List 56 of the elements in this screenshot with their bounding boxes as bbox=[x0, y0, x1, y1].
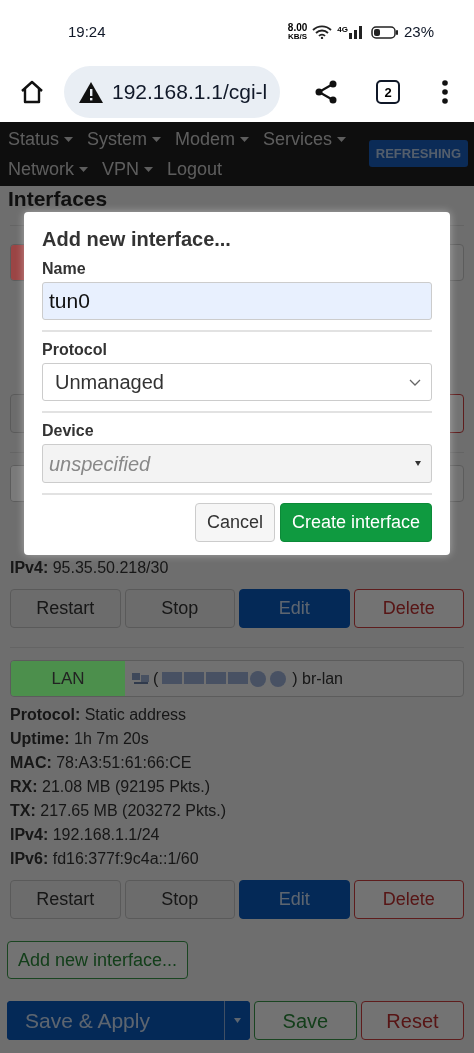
nav-menu-item[interactable]: Logout bbox=[167, 156, 223, 182]
device-paren: ( bbox=[153, 668, 159, 689]
network-speed: 8.00 KB/S bbox=[287, 23, 308, 41]
detail-line: IPv4: 95.35.50.218/30 bbox=[10, 558, 170, 578]
nav-menu-item[interactable]: System bbox=[87, 126, 162, 152]
detail-line: Protocol: Static address bbox=[10, 705, 188, 725]
edit-button[interactable]: Edit bbox=[239, 589, 350, 628]
caret-icon bbox=[233, 1018, 241, 1023]
detail-line: RX: 21.08 MB (92195 Pkts.) bbox=[10, 777, 212, 797]
protocol-select[interactable]: Unmanaged bbox=[42, 363, 432, 401]
warning-icon bbox=[79, 81, 103, 103]
menu-button[interactable] bbox=[440, 80, 450, 104]
delete-button[interactable]: Delete bbox=[353, 880, 464, 919]
action-button[interactable]: Restart bbox=[10, 880, 121, 919]
nav-menu-item[interactable]: Services bbox=[263, 126, 347, 152]
cancel-button[interactable]: Cancel bbox=[194, 503, 275, 542]
signal-icon bbox=[348, 25, 363, 39]
nav-menu-item[interactable]: Modem bbox=[175, 126, 250, 152]
detail-line: IPv6: fd16:377f:9c4a::1/60 bbox=[10, 849, 200, 869]
nav-menu-item[interactable]: Status bbox=[8, 126, 74, 152]
address-bar[interactable]: 192.168.1.1/cgi-l bbox=[64, 66, 280, 118]
save-button[interactable]: Save bbox=[253, 1001, 357, 1040]
action-button[interactable]: Restart bbox=[10, 589, 121, 628]
battery-percent: 23% bbox=[403, 21, 434, 42]
page-title: Interfaces bbox=[8, 188, 109, 210]
detail-line: MAC: 78:A3:51:61:66:CE bbox=[10, 753, 193, 773]
action-button[interactable]: Stop bbox=[124, 880, 235, 919]
reset-button[interactable]: Reset bbox=[360, 1001, 464, 1040]
url-text: 192.168.1.1/cgi-l bbox=[112, 79, 268, 106]
nav-menu-item[interactable]: Network bbox=[8, 156, 88, 182]
add-interface-button[interactable]: Add new interface... bbox=[7, 941, 189, 979]
refreshing-badge: REFRESHING bbox=[368, 140, 468, 167]
chevron-down-icon bbox=[409, 378, 421, 386]
network-ports-icon bbox=[131, 670, 151, 687]
detail-line: TX: 217.65 MB (203272 Pkts.) bbox=[10, 801, 228, 821]
nav-menu-item[interactable]: VPN bbox=[102, 156, 154, 182]
device-select[interactable]: unspecified bbox=[42, 444, 432, 483]
interface-badge: LAN bbox=[11, 661, 125, 696]
create-button[interactable]: Create interface bbox=[279, 503, 432, 542]
share-button[interactable] bbox=[314, 80, 338, 104]
tab-count-button[interactable]: 2 bbox=[376, 80, 400, 104]
field-label: Name bbox=[42, 259, 87, 279]
wifi-icon bbox=[312, 25, 333, 39]
name-input-field[interactable]: tun0 bbox=[42, 282, 432, 320]
network-type: 4G bbox=[337, 25, 348, 34]
delete-button[interactable]: Delete bbox=[353, 589, 464, 628]
battery-icon bbox=[370, 25, 399, 39]
dialog-title: Add new interface... bbox=[42, 227, 232, 251]
device-name: ) br-lan bbox=[292, 668, 343, 689]
detail-line: Uptime: 1h 7m 20s bbox=[10, 729, 150, 749]
detail-line: IPv4: 192.168.1.1/24 bbox=[10, 825, 161, 845]
edit-button[interactable]: Edit bbox=[239, 880, 350, 919]
field-label: Device bbox=[42, 421, 95, 441]
action-button[interactable]: Stop bbox=[124, 589, 235, 628]
field-label: Protocol bbox=[42, 340, 108, 360]
clock-time: 19:24 bbox=[68, 21, 106, 42]
